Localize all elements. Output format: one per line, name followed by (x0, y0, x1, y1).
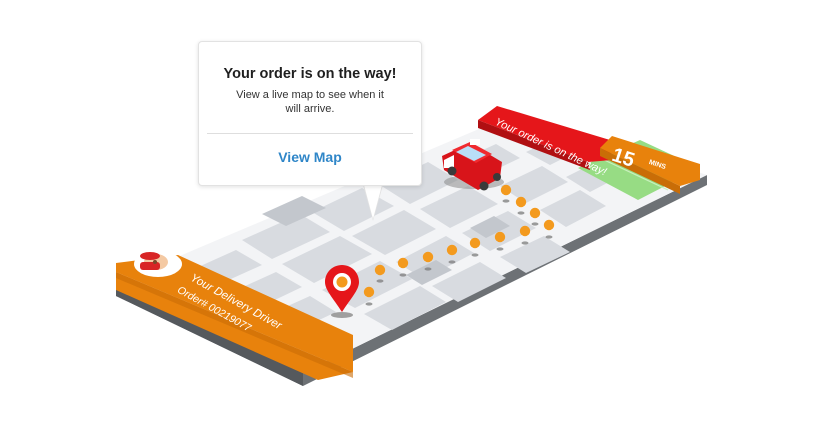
popup-body: View a live map to see when it will arri… (236, 89, 384, 115)
driver-avatar-icon (134, 251, 182, 277)
order-status-popup: Your order is on the way! View a live ma… (198, 41, 422, 186)
popup-divider (207, 133, 413, 134)
popup-tail (364, 185, 382, 219)
popup-title: Your order is on the way! (223, 66, 397, 82)
view-map-link[interactable]: View Map (199, 149, 421, 165)
